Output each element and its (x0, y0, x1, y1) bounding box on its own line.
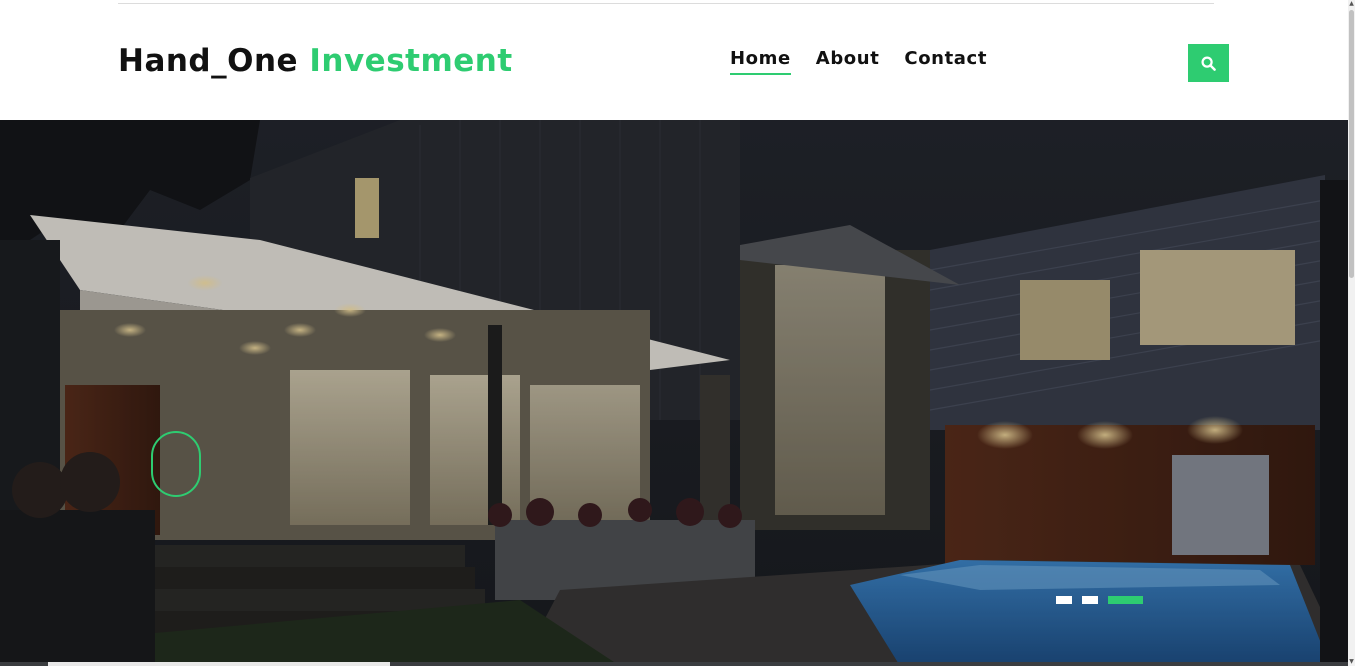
hero-slider (0, 120, 1348, 666)
scroll-down-arrow-icon[interactable]: ▼ (1348, 658, 1355, 666)
main-nav: Home About Contact (730, 48, 987, 75)
slider-dot-3[interactable] (1108, 596, 1143, 604)
slider-dot-2[interactable] (1082, 596, 1098, 604)
search-button[interactable] (1188, 44, 1229, 82)
brand-name-accent: Investment (309, 43, 513, 79)
page-scrollbar[interactable]: ▲ ▼ (1348, 0, 1355, 666)
scroll-up-arrow-icon[interactable]: ▲ (1348, 0, 1355, 8)
video-play-button[interactable] (151, 431, 201, 497)
brand-name-main: Hand_One (118, 43, 299, 79)
top-strip-line (118, 0, 1214, 4)
bottom-scroll-indicator (0, 662, 1348, 666)
hero-overlay (0, 120, 1348, 666)
slider-pagination (1056, 596, 1143, 604)
nav-item-contact[interactable]: Contact (904, 48, 987, 75)
brand-logo[interactable]: Hand_One Investment (118, 43, 513, 79)
nav-item-home[interactable]: Home (730, 48, 791, 75)
nav-item-about[interactable]: About (816, 48, 880, 75)
slider-dot-1[interactable] (1056, 596, 1072, 604)
site-header: Hand_One Investment Home About Contact (0, 6, 1348, 120)
bottom-scroll-thumb (48, 662, 390, 666)
search-icon (1201, 55, 1216, 71)
scrollbar-thumb[interactable] (1349, 10, 1354, 278)
